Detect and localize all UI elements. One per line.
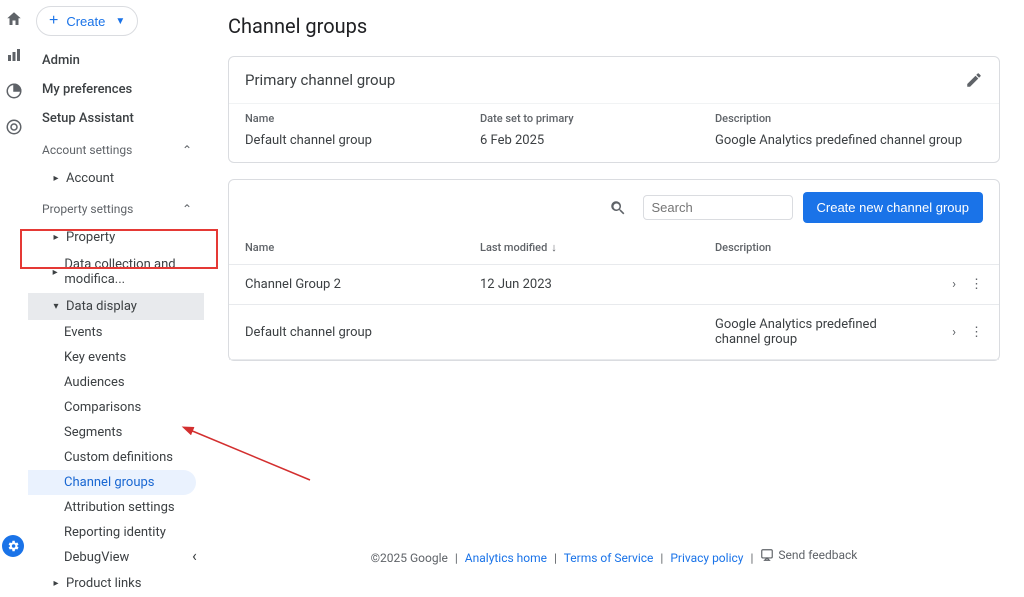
triangle-down-icon: ▾ — [52, 301, 60, 312]
collapse-sidebar-button[interactable]: ‹ — [192, 546, 197, 565]
table-header: Name Last modified ↓ Description — [229, 235, 999, 265]
subitem-account[interactable]: ▸ Account — [28, 165, 204, 192]
home-icon[interactable] — [5, 10, 23, 28]
nav-admin[interactable]: Admin — [28, 46, 204, 75]
chevron-down-icon: ▼ — [115, 16, 125, 27]
account-settings-header[interactable]: Account settings ⌃ — [28, 133, 204, 165]
primary-card-title: Primary channel group — [245, 71, 395, 89]
chevron-right-icon[interactable]: › — [952, 325, 956, 340]
property-settings-label: Property settings — [42, 202, 133, 216]
footer-link-analytics-home[interactable]: Analytics home — [465, 551, 547, 565]
subitem-account-label: Account — [66, 171, 114, 186]
create-label: Create — [66, 14, 105, 29]
subitem-data-display-label: Data display — [66, 299, 137, 314]
send-feedback-button[interactable]: Send feedback — [760, 548, 857, 562]
bar-chart-icon[interactable] — [5, 46, 23, 64]
row-name: Channel Group 2 — [245, 277, 480, 292]
nav-debugview[interactable]: DebugView — [28, 545, 204, 570]
row-name: Default channel group — [245, 325, 480, 340]
table-row[interactable]: Channel Group 2 12 Jun 2023 › ⋮ — [229, 265, 999, 305]
primary-col-date: Date set to primary — [480, 112, 715, 125]
ads-icon[interactable] — [5, 118, 23, 136]
more-menu-icon[interactable]: ⋮ — [970, 325, 983, 340]
row-desc: Google Analytics predefined channel grou… — [715, 317, 923, 347]
nav-key-events[interactable]: Key events — [28, 345, 204, 370]
th-last-modified[interactable]: Last modified ↓ — [480, 241, 715, 254]
main-content: Channel groups Primary channel group Nam… — [204, 0, 1024, 571]
edit-pencil-icon[interactable] — [965, 71, 983, 89]
account-settings-label: Account settings — [42, 143, 132, 157]
admin-gear-badge[interactable] — [2, 535, 24, 557]
property-settings-header[interactable]: Property settings ⌃ — [28, 192, 204, 224]
search-icon — [609, 199, 627, 217]
nav-audiences[interactable]: Audiences — [28, 370, 204, 395]
nav-channel-groups[interactable]: Channel groups — [28, 470, 196, 495]
footer-link-privacy[interactable]: Privacy policy — [670, 551, 743, 565]
subitem-product-links-label: Product links — [66, 576, 141, 591]
nav-setup-assistant[interactable]: Setup Assistant — [28, 104, 204, 133]
chevron-right-icon[interactable]: › — [952, 277, 956, 292]
th-description: Description — [715, 241, 923, 254]
chevron-up-icon: ⌃ — [182, 143, 192, 157]
gear-icon — [6, 539, 20, 553]
footer-link-terms[interactable]: Terms of Service — [564, 551, 654, 565]
primary-row-desc: Google Analytics predefined channel grou… — [715, 133, 983, 148]
primary-col-name: Name — [245, 112, 480, 125]
more-menu-icon[interactable]: ⋮ — [970, 277, 983, 292]
left-rail — [0, 0, 28, 571]
search-wrap — [643, 195, 793, 220]
plus-icon: + — [49, 13, 58, 29]
table-row[interactable]: Default channel group Google Analytics p… — [229, 305, 999, 360]
triangle-right-icon: ▸ — [52, 578, 60, 589]
subitem-product-links[interactable]: ▸ Product links — [28, 570, 204, 597]
primary-row-date: 6 Feb 2025 — [480, 133, 715, 148]
footer-copyright: ©2025 Google — [371, 551, 448, 565]
create-new-channel-group-button[interactable]: Create new channel group — [803, 192, 984, 223]
primary-row-name: Default channel group — [245, 133, 480, 148]
channel-groups-list-card: Create new channel group Name Last modif… — [228, 179, 1000, 361]
primary-col-desc: Description — [715, 112, 983, 125]
annotation-highlight-box — [20, 229, 218, 269]
row-modified: 12 Jun 2023 — [480, 277, 715, 292]
nav-attribution-settings[interactable]: Attribution settings — [28, 495, 204, 520]
nav-events[interactable]: Events — [28, 320, 204, 345]
sidebar: + Create ▼ Admin My preferences Setup As… — [28, 0, 204, 571]
nav-reporting-identity[interactable]: Reporting identity — [28, 520, 204, 545]
nav-preferences[interactable]: My preferences — [28, 75, 204, 104]
create-button[interactable]: + Create ▼ — [36, 6, 138, 36]
nav-custom-definitions[interactable]: Custom definitions — [28, 445, 204, 470]
explore-icon[interactable] — [5, 82, 23, 100]
search-input[interactable] — [652, 200, 784, 215]
th-last-modified-label: Last modified — [480, 241, 547, 254]
nav-segments[interactable]: Segments — [28, 420, 204, 445]
footer: ©2025 Google | Analytics home | Terms of… — [228, 540, 1000, 571]
subitem-data-display[interactable]: ▾ Data display — [28, 293, 204, 320]
page-title: Channel groups — [228, 14, 1000, 38]
sort-arrow-down-icon: ↓ — [551, 241, 557, 254]
nav-comparisons[interactable]: Comparisons — [28, 395, 204, 420]
feedback-icon — [760, 548, 774, 562]
th-name: Name — [245, 241, 480, 254]
chevron-up-icon: ⌃ — [182, 202, 192, 216]
feedback-label: Send feedback — [778, 548, 857, 562]
primary-channel-group-card: Primary channel group Name Default chann… — [228, 56, 1000, 163]
triangle-right-icon: ▸ — [52, 173, 60, 184]
